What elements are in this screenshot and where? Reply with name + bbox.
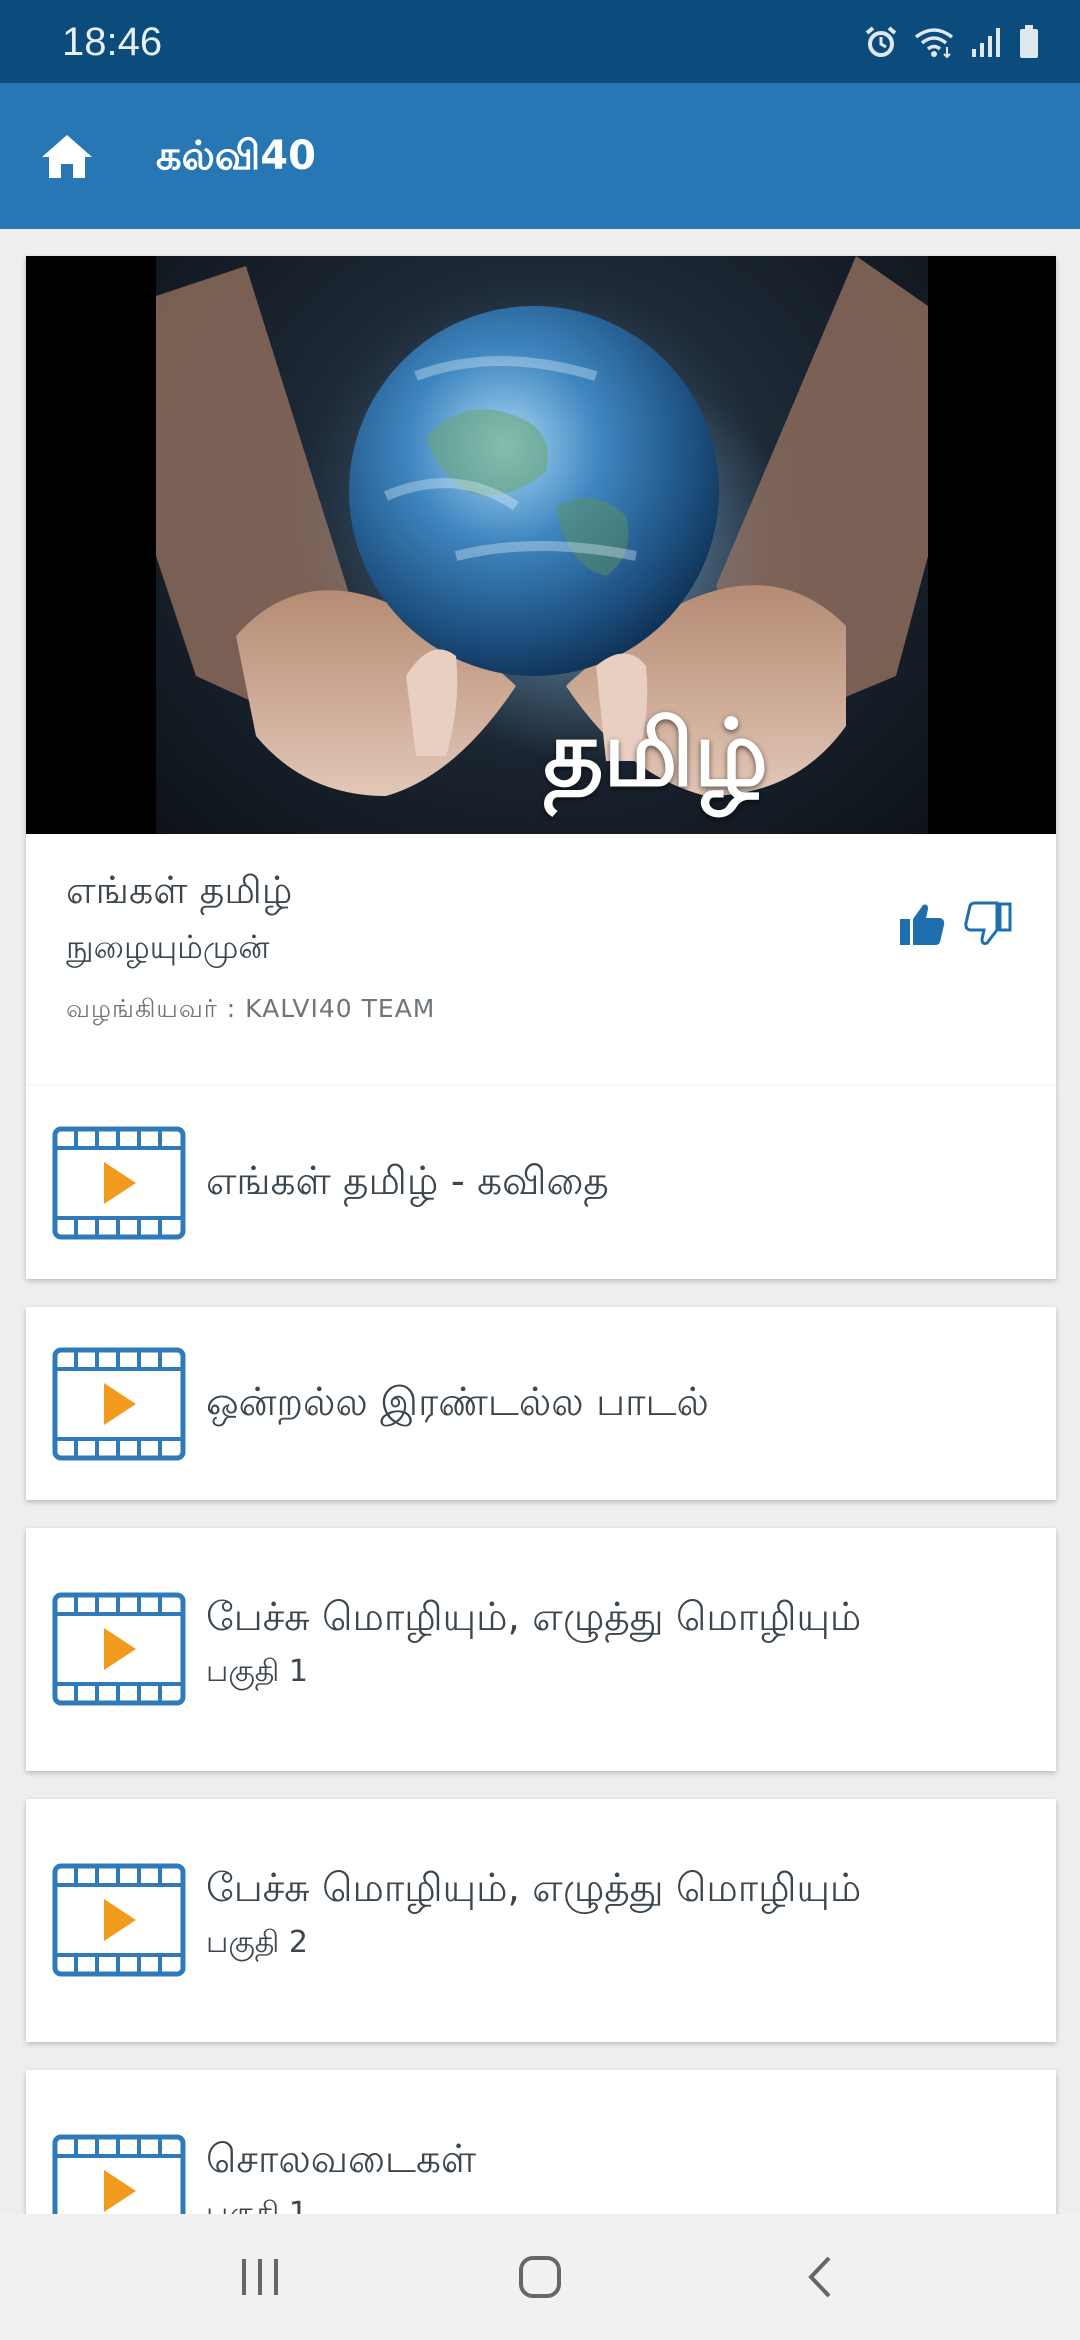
earth-in-hands-image: தமிழ் [156, 256, 928, 834]
video-play-icon [52, 2134, 186, 2214]
back-button[interactable] [780, 2244, 860, 2310]
signal-icon [972, 28, 1000, 57]
lesson-list[interactable]: தமிழ் எங்கள் தமிழ் நுழையும்முன் வழங்கியவ… [0, 229, 1080, 2214]
video-title: ஒன்றல்ல இரண்டல்ல பாடல் [206, 1380, 709, 1425]
video-item[interactable]: பேச்சு மொழியும், எழுத்து மொழியும் பகுதி … [26, 1528, 1056, 1771]
recent-apps-button[interactable] [220, 2244, 300, 2310]
status-icons [864, 22, 1040, 62]
video-title: பேச்சு மொழியும், எழுத்து மொழியும் [206, 1866, 862, 1911]
video-title: சொலவடைகள் [206, 2137, 477, 2182]
video-play-icon [52, 1592, 186, 1706]
status-bar: 18:46 [0, 0, 1080, 83]
video-part: பகுதி 2 [206, 1925, 309, 1960]
video-item[interactable]: ஒன்றல்ல இரண்டல்ல பாடல் [26, 1307, 1056, 1500]
video-play-icon [52, 1347, 186, 1461]
home-button[interactable] [36, 125, 98, 187]
video-part: பகுதி 1 [206, 1654, 309, 1689]
video-part: பகுதி 1 [206, 2196, 309, 2214]
home-circle-icon [519, 2256, 561, 2298]
battery-icon [1020, 25, 1038, 58]
hero-video-thumbnail[interactable]: தமிழ் [26, 256, 1056, 834]
home-nav-button[interactable] [500, 2244, 580, 2310]
status-time: 18:46 [62, 20, 163, 64]
wifi-icon [914, 28, 954, 59]
thumbs-down-icon [964, 901, 1012, 945]
hero-credit: வழங்கியவர் : KALVI40 TEAM [66, 994, 436, 1023]
like-button[interactable] [894, 896, 950, 952]
hero-card[interactable]: தமிழ் எங்கள் தமிழ் நுழையும்முன் வழங்கியவ… [26, 256, 1056, 1086]
video-title: பேச்சு மொழியும், எழுத்து மொழியும் [206, 1595, 862, 1640]
video-play-icon [52, 1863, 186, 1977]
home-icon [42, 135, 92, 178]
video-title: எங்கள் தமிழ் - கவிதை [206, 1159, 609, 1204]
video-item[interactable]: சொலவடைகள் பகுதி 1 [26, 2070, 1056, 2214]
recent-apps-icon [242, 2259, 278, 2295]
hero-overlay-text: தமிழ் [543, 700, 768, 807]
video-item[interactable]: எங்கள் தமிழ் - கவிதை [26, 1086, 1056, 1279]
hero-title: எங்கள் தமிழ் [66, 868, 293, 912]
alarm-icon [865, 26, 897, 57]
back-chevron-icon [808, 2256, 831, 2298]
app-title: கல்வி40 [156, 133, 316, 179]
video-play-icon [52, 1126, 186, 1240]
video-item[interactable]: பேச்சு மொழியும், எழுத்து மொழியும் பகுதி … [26, 1799, 1056, 2042]
dislike-button[interactable] [960, 896, 1016, 952]
app-bar: கல்வி40 [0, 83, 1080, 229]
hero-subtitle: நுழையும்முன் [66, 928, 270, 966]
thumbs-up-icon [900, 904, 945, 945]
system-nav-bar [0, 2214, 1080, 2340]
